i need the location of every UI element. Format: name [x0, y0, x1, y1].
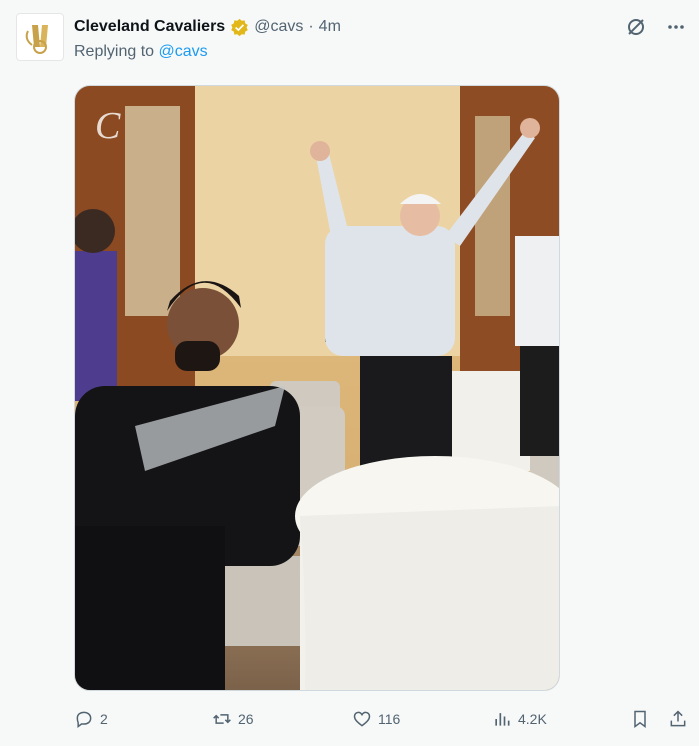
bookmark-icon: [634, 710, 646, 728]
share-icon: [670, 710, 686, 727]
reply-count: 2: [100, 711, 108, 727]
like-button[interactable]: 116: [352, 707, 400, 731]
tweet-top-actions: [625, 16, 687, 38]
avatar[interactable]: [16, 13, 64, 61]
author-handle[interactable]: @cavs: [254, 18, 303, 36]
views-icon: [495, 713, 510, 726]
replying-to-label: Replying to: [74, 43, 155, 60]
tweet-action-bar: 2 26 116 4.2K: [74, 707, 690, 731]
tweet-photo[interactable]: C: [74, 85, 560, 691]
retweet-button[interactable]: 26: [212, 707, 254, 731]
retweet-icon: [213, 714, 231, 724]
replying-to: Replying to @cavs: [74, 43, 208, 61]
bookmark-button[interactable]: [630, 707, 650, 731]
retweet-count: 26: [238, 711, 254, 727]
reply-icon: [76, 711, 92, 728]
views-count: 4.2K: [518, 711, 547, 727]
more-icon: [668, 25, 684, 29]
heart-icon: [353, 711, 371, 727]
reply-button[interactable]: 2: [74, 707, 108, 731]
grok-icon: [628, 19, 644, 35]
photo-watermark: C: [95, 105, 121, 147]
tweet-card[interactable]: Cleveland Cavaliers @cavs · 4m Replying …: [0, 0, 699, 746]
photo-image: C: [75, 86, 559, 690]
views-button[interactable]: 4.2K: [492, 707, 547, 731]
cavs-logo-icon: [25, 25, 48, 54]
grok-button[interactable]: [625, 16, 647, 38]
author-name[interactable]: Cleveland Cavaliers: [74, 18, 225, 36]
verified-badge-icon: [231, 18, 248, 36]
like-count: 116: [378, 711, 401, 727]
share-button[interactable]: [668, 707, 688, 731]
timestamp[interactable]: 4m: [319, 18, 341, 36]
tweet-header: Cleveland Cavaliers @cavs · 4m: [74, 16, 341, 38]
separator-dot: ·: [308, 18, 314, 35]
more-button[interactable]: [665, 16, 687, 38]
replying-to-mention[interactable]: @cavs: [159, 43, 208, 60]
